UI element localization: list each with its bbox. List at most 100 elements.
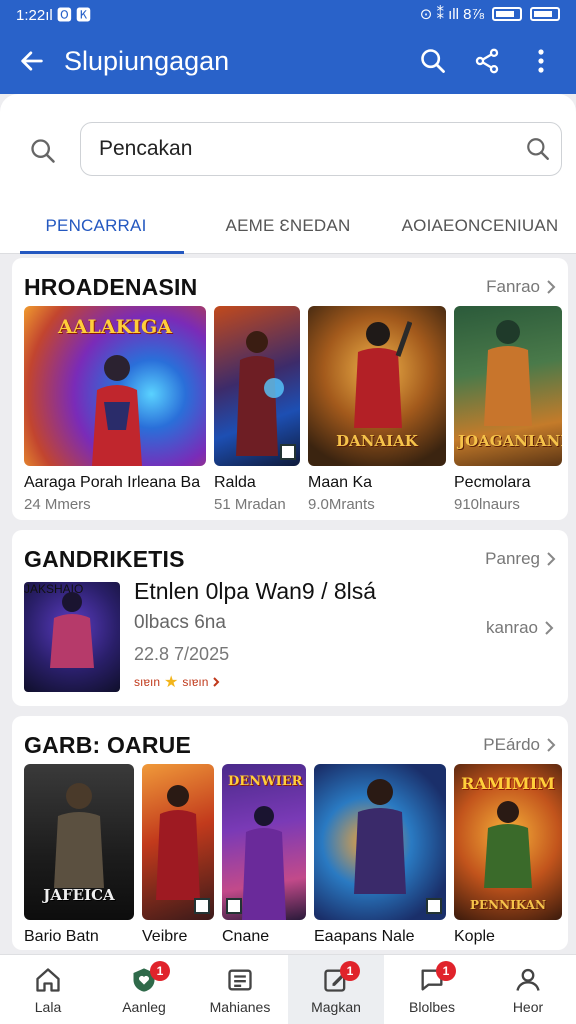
more-label: kanrao bbox=[486, 618, 538, 637]
featured-title[interactable]: Etnlen 0lpa Wan9 / 8lsá bbox=[134, 578, 376, 605]
game-poster bbox=[142, 764, 214, 920]
share-button[interactable] bbox=[470, 44, 504, 78]
nav-label: Mahianes bbox=[209, 998, 271, 1015]
game-name: Veibre bbox=[142, 928, 188, 945]
tab-aoiaeoncenuan[interactable]: AOIAEONCENIUAN bbox=[384, 198, 576, 253]
nav-item-aanleg[interactable]: 1 Aanleg bbox=[96, 955, 192, 1024]
featured-game-poster[interactable]: JAKSHAIO bbox=[24, 582, 120, 692]
game-poster: JAFEICA bbox=[24, 764, 134, 920]
game-card[interactable]: AALAKIGA Aaraga Porah Irleana Ba 24 Mmer… bbox=[24, 306, 206, 513]
game-poster: AALAKIGA bbox=[24, 306, 206, 466]
poster-title-art: JOAGANIANE bbox=[458, 432, 562, 450]
status-bar: 1:22ıl 🅾 🅺 ⊙ ⁑ ıll 8⅞ bbox=[0, 0, 576, 28]
section-title: HROADENASIN bbox=[24, 273, 198, 300]
section-hroadenasin: HROADENASIN Fanrao AALAKIGA Aaraga Porah… bbox=[12, 258, 568, 520]
home-icon bbox=[33, 965, 63, 995]
section-more-link[interactable]: Panreg bbox=[485, 549, 556, 569]
list-icon bbox=[225, 965, 255, 995]
battery-icon bbox=[492, 7, 522, 21]
nav-item-heor[interactable]: Heor bbox=[480, 955, 576, 1024]
notification-badge: 1 bbox=[150, 961, 170, 981]
rating-text-right: sıɐın bbox=[182, 675, 209, 689]
game-name: Eaapans Nale bbox=[314, 928, 415, 945]
featured-rating: sıɐın ★ sıɐın bbox=[134, 672, 220, 692]
nav-item-lala[interactable]: Lala bbox=[0, 955, 96, 1024]
rating-text-left: sıɐın bbox=[134, 675, 161, 689]
hero-figure-icon bbox=[54, 783, 104, 888]
bottom-nav: Lala 1 Aanleg Mahianes 1 Magkan 1 Blolbe… bbox=[0, 954, 576, 1024]
game-poster: JOAGANIANE bbox=[454, 306, 562, 466]
hero-figure-icon bbox=[484, 801, 532, 888]
game-name: Ralda bbox=[214, 474, 256, 491]
poster-title-art: DANAIAK bbox=[336, 432, 418, 450]
search-panel: PENCARRAI AEME ƐNEDAN AOIAEONCENIUAN bbox=[0, 94, 576, 254]
game-card[interactable]: Veibre bbox=[142, 764, 214, 946]
section-more-link[interactable]: Fanrao bbox=[486, 277, 556, 297]
section-more-link[interactable]: PEárdo bbox=[483, 735, 556, 755]
game-card[interactable]: JAFEICA Bario Batn bbox=[24, 764, 134, 946]
game-card[interactable]: DENWIER Cnane bbox=[222, 764, 306, 946]
section-header: GANDRIKETIS Panreg bbox=[24, 544, 556, 574]
battery-icon-secondary bbox=[530, 7, 560, 21]
hero-figure-icon bbox=[50, 592, 94, 668]
search-button[interactable] bbox=[416, 44, 450, 78]
search-filter-button[interactable] bbox=[26, 134, 60, 168]
platform-badge-icon bbox=[280, 444, 296, 460]
nav-item-blolbes[interactable]: 1 Blolbes bbox=[384, 955, 480, 1024]
nav-label: Blolbes bbox=[409, 998, 455, 1015]
more-vertical-icon bbox=[538, 49, 544, 73]
search-submit-button[interactable] bbox=[515, 126, 561, 172]
game-meta: 24 Mmers bbox=[24, 496, 91, 513]
game-name: Kople bbox=[454, 928, 495, 945]
game-card[interactable]: DANAIAK Maan Ka 9.0Mrants bbox=[308, 306, 446, 513]
section-gandriketis: GANDRIKETIS Panreg JAKSHAIO Etnlen 0lpa … bbox=[12, 530, 568, 706]
search-icon bbox=[421, 49, 445, 73]
platform-badge-icon bbox=[194, 898, 210, 914]
game-card[interactable]: RAMIMIM PENNIKAN Kople bbox=[454, 764, 562, 946]
game-card[interactable]: JOAGANIANE Pecmolara 910lnaurs bbox=[454, 306, 562, 513]
search-input[interactable] bbox=[99, 137, 515, 161]
game-poster: DANAIAK bbox=[308, 306, 446, 466]
chevron-right-icon bbox=[545, 621, 554, 635]
game-meta: 51 Mradan bbox=[214, 496, 286, 513]
featured-more-link[interactable]: kanrao bbox=[486, 618, 554, 638]
status-indicator-text: ⊙ ⁑ ıll 8⅞ bbox=[419, 6, 484, 23]
chevron-right-icon bbox=[213, 677, 220, 687]
hero-figure-icon bbox=[354, 321, 412, 428]
poster-subtitle-art: PENNIKAN bbox=[470, 898, 546, 912]
hero-figure-icon bbox=[236, 331, 284, 456]
hero-figure-icon bbox=[156, 785, 200, 900]
status-indicators: ⊙ ⁑ ıll 8⅞ bbox=[420, 5, 560, 23]
notification-badge: 1 bbox=[340, 961, 360, 981]
game-name: Bario Batn bbox=[24, 928, 99, 945]
game-poster bbox=[214, 306, 300, 466]
search-icon bbox=[31, 139, 55, 163]
platform-badge-icon bbox=[226, 898, 242, 914]
nav-label: Magkan bbox=[311, 998, 361, 1015]
game-meta: 9.0Mrants bbox=[308, 496, 375, 513]
platform-badge-icon bbox=[426, 898, 442, 914]
chevron-right-icon bbox=[547, 552, 556, 566]
featured-date: 22.8 7/2025 bbox=[134, 644, 230, 664]
nav-item-magkan[interactable]: 1 Magkan bbox=[288, 955, 384, 1024]
nav-label: Lala bbox=[34, 998, 62, 1015]
section-garb-oarue: GARB: OARUE PEárdo JAFEICA Bario Batn Ve… bbox=[12, 716, 568, 950]
section-title: GANDRIKETIS bbox=[24, 545, 185, 572]
more-label: Fanrao bbox=[486, 277, 540, 296]
tab-aeme-enedan[interactable]: AEME ƐNEDAN bbox=[192, 198, 384, 253]
game-card[interactable]: Eaapans Nale bbox=[314, 764, 446, 946]
nav-item-mahianes[interactable]: Mahianes bbox=[192, 955, 288, 1024]
more-menu-button[interactable] bbox=[524, 44, 558, 78]
status-time: 1:22ıl 🅾 🅺 bbox=[16, 6, 92, 24]
hero-figure-icon bbox=[354, 779, 406, 894]
poster-title-art: AALAKIGA bbox=[58, 316, 172, 338]
game-card[interactable]: Ralda 51 Mradan bbox=[214, 306, 300, 513]
game-name: Maan Ka bbox=[308, 474, 373, 491]
nav-label: Aanleg bbox=[122, 998, 166, 1015]
hero-figure-icon bbox=[92, 355, 142, 466]
share-icon bbox=[475, 48, 499, 74]
arrow-left-icon bbox=[21, 51, 43, 71]
more-label: PEárdo bbox=[483, 735, 540, 754]
tab-pencarrai[interactable]: PENCARRAI bbox=[0, 198, 192, 254]
back-button[interactable] bbox=[0, 28, 64, 94]
